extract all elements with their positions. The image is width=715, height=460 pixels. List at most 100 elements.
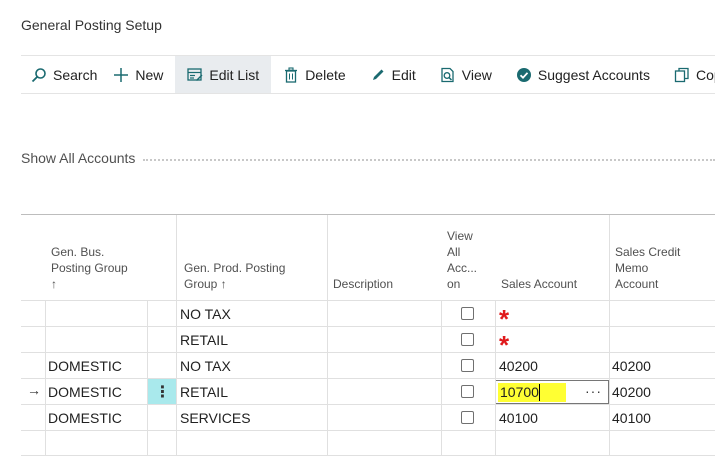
cell-description[interactable] (331, 301, 441, 326)
header-gen-prod-line-1: Gen. Prod. Posting (184, 261, 286, 275)
lookup-ellipsis-icon[interactable]: ··· (585, 383, 602, 399)
view-all-accounts-checkbox[interactable] (461, 359, 474, 372)
edit-button[interactable]: Edit (358, 56, 428, 93)
trash-icon (285, 66, 298, 83)
cell-gen-prod[interactable]: NO TAX (180, 353, 320, 378)
header-gen-bus-posting-group[interactable]: Gen. Bus. Posting Group ↑ (51, 215, 176, 300)
header-gen-bus-line-1: Gen. Bus. (51, 245, 105, 259)
cell-sales-credit[interactable] (612, 327, 712, 352)
edit-list-button[interactable]: Edit List (175, 56, 272, 93)
cell-gen-prod[interactable]: SERVICES (180, 405, 320, 430)
page-title: General Posting Setup (21, 17, 162, 33)
table-row[interactable]: RETAIL * (21, 326, 715, 352)
required-asterisk-icon: * (499, 303, 510, 327)
column-divider (327, 300, 328, 456)
view-label: View (461, 66, 492, 83)
show-all-accounts-group[interactable]: Show All Accounts (21, 150, 715, 166)
table-row[interactable]: DOMESTIC SERVICES 40100 40100 (21, 404, 715, 430)
header-view-line-2: All (447, 245, 461, 259)
dotted-separator (143, 159, 715, 161)
cell-description[interactable] (331, 327, 441, 352)
delete-label: Delete (305, 66, 346, 83)
header-gen-prod-posting-group[interactable]: Gen. Prod. Posting Group ↑ (184, 215, 324, 300)
sales-account-input[interactable]: 10700 ··· (495, 380, 609, 404)
cell-gen-bus[interactable]: DOMESTIC (48, 353, 148, 378)
plus-icon (114, 67, 129, 82)
view-all-accounts-checkbox[interactable] (461, 385, 474, 398)
suggest-accounts-button[interactable]: Suggest Accounts (504, 56, 662, 93)
view-all-accounts-checkbox[interactable] (461, 307, 474, 320)
cell-gen-bus[interactable] (48, 327, 148, 352)
cell-description[interactable] (331, 353, 441, 378)
show-all-accounts-label: Show All Accounts (21, 150, 136, 166)
check-circle-icon (516, 67, 531, 82)
header-gen-prod-line-2: Group ↑ (184, 277, 227, 291)
column-divider (176, 300, 177, 456)
header-credit-line-2: Memo (615, 261, 649, 275)
text-caret (538, 383, 540, 401)
column-divider (45, 300, 46, 456)
header-view-line-3: Acc... (447, 261, 478, 275)
header-gen-bus-line-2: Posting Group (51, 261, 128, 275)
column-divider (609, 300, 610, 456)
new-label: New (135, 66, 164, 83)
cell-sales-credit[interactable]: 40200 (612, 353, 712, 378)
header-sales-credit-memo-account[interactable]: Sales Credit Memo Account (615, 215, 715, 300)
highlighted-value: 10700 (498, 382, 566, 402)
cell-gen-bus[interactable]: DOMESTIC (48, 405, 148, 430)
table-row-active[interactable]: → DOMESTIC ⋮ RETAIL 10700 ··· 40200 (21, 378, 715, 404)
header-sales-account[interactable]: Sales Account (501, 215, 607, 300)
action-bar: Search New Edit List Delete Edit View Su… (21, 55, 715, 94)
delete-button[interactable]: Delete (271, 56, 357, 93)
cell-gen-prod[interactable]: NO TAX (180, 301, 320, 326)
column-divider (609, 215, 610, 300)
copy-label: Cop (695, 66, 715, 83)
row-actions-menu-button[interactable]: ⋮ (148, 379, 177, 404)
header-view-line-4: on (447, 277, 461, 291)
table-row[interactable]: NO TAX * (21, 300, 715, 326)
cell-gen-prod[interactable]: RETAIL (180, 327, 320, 352)
cell-gen-bus[interactable]: DOMESTIC (48, 379, 148, 404)
edit-list-label: Edit List (209, 66, 260, 83)
copy-icon (674, 67, 689, 82)
header-sales-account-label: Sales Account (501, 277, 578, 291)
table-row-empty[interactable] (21, 430, 715, 456)
suggest-accounts-label: Suggest Accounts (537, 66, 650, 83)
cell-sales-account[interactable]: 40100 (499, 405, 599, 430)
cell-sales-credit[interactable] (612, 301, 712, 326)
column-divider (495, 300, 496, 456)
view-button[interactable]: View (428, 56, 504, 93)
header-view-line-1: View (447, 229, 473, 243)
column-divider (176, 215, 177, 300)
cell-sales-credit[interactable]: 40100 (612, 405, 712, 430)
search-button[interactable]: Search (21, 56, 109, 93)
table-row[interactable]: DOMESTIC NO TAX 40200 40200 (21, 352, 715, 378)
header-view-all-accounts[interactable]: View All Acc... on (447, 215, 493, 300)
header-credit-line-1: Sales Credit (615, 245, 681, 259)
header-description[interactable]: Description (333, 215, 441, 300)
required-asterisk-icon: * (499, 329, 510, 353)
cell-sales-credit[interactable]: 40200 (612, 379, 712, 404)
active-row-arrow-icon: → (27, 382, 41, 398)
cell-description[interactable] (331, 379, 441, 404)
search-icon (31, 67, 46, 82)
sales-account-value: 10700 (500, 384, 539, 400)
cell-gen-prod[interactable]: RETAIL (180, 379, 320, 404)
edit-list-icon (187, 67, 203, 81)
pencil-icon (372, 69, 384, 80)
search-label: Search (53, 66, 98, 83)
cell-gen-bus[interactable] (48, 301, 148, 326)
cell-sales-account[interactable]: 40200 (499, 353, 599, 378)
header-credit-line-3: Account (615, 277, 659, 291)
view-all-accounts-checkbox[interactable] (461, 333, 474, 346)
cell-description[interactable] (331, 405, 441, 430)
new-button[interactable]: New (109, 56, 175, 93)
column-divider (147, 300, 148, 456)
view-icon (441, 67, 454, 82)
column-divider (441, 300, 442, 456)
header-description-label: Description (333, 277, 394, 291)
grid-bottom-border (21, 455, 715, 456)
sort-ascending-icon: ↑ (51, 277, 57, 291)
copy-button[interactable]: Cop (662, 56, 715, 93)
view-all-accounts-checkbox[interactable] (461, 411, 474, 424)
